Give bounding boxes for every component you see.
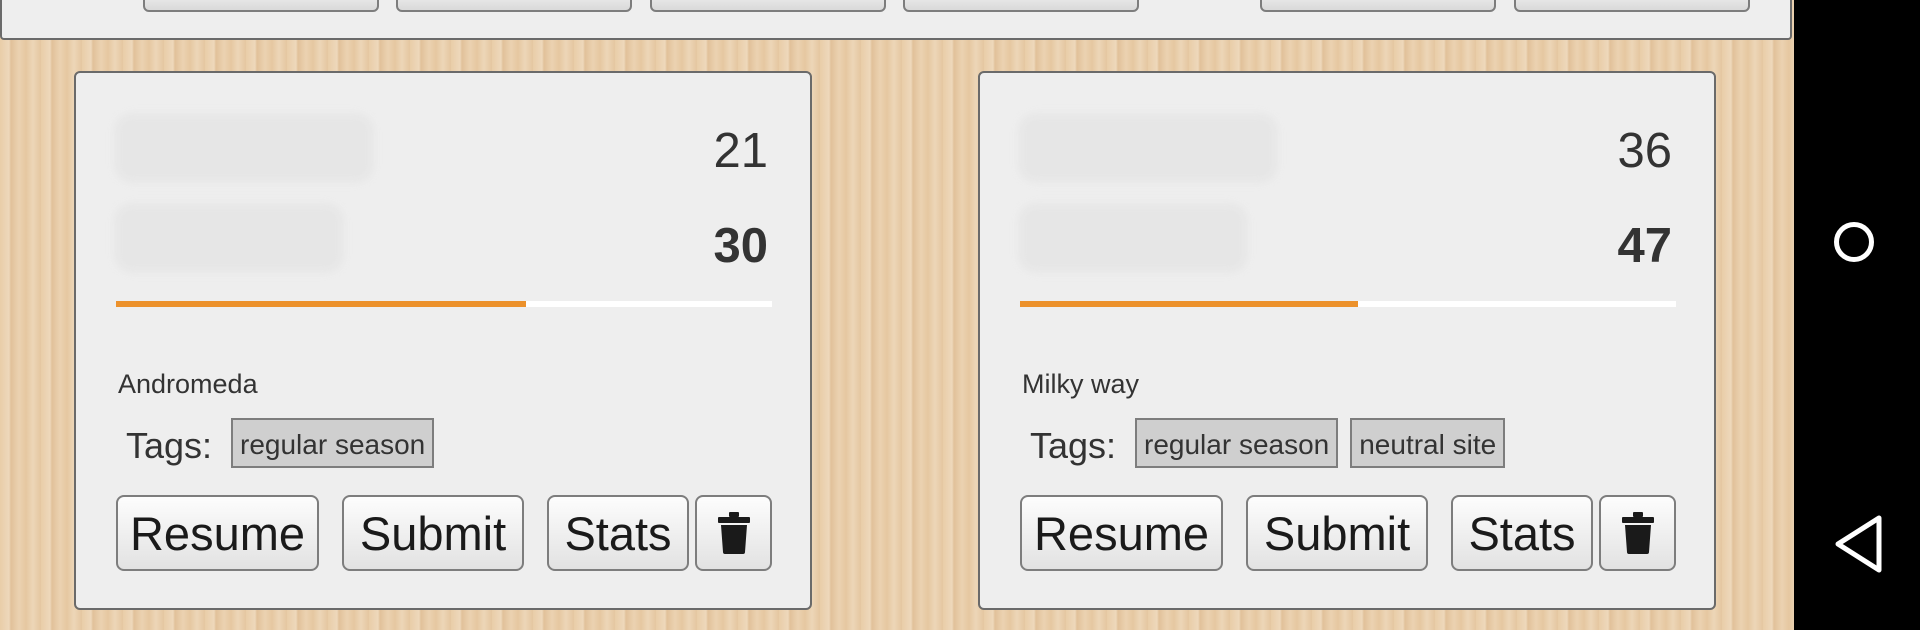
android-nav-bar [1794, 0, 1920, 630]
score-top: 36 [1617, 124, 1672, 178]
tag-chip: regular season [231, 418, 435, 468]
toolbar-button[interactable] [1514, 0, 1750, 12]
top-toolbar [0, 0, 1792, 40]
toolbar-button[interactable] [903, 0, 1139, 12]
game-progress-bar [116, 301, 772, 307]
submit-button[interactable]: Submit [1246, 495, 1428, 571]
tags-list: regular season neutral site [1135, 418, 1506, 468]
venue-label: Milky way [1022, 369, 1140, 399]
tag-chip: neutral site [1350, 418, 1506, 468]
game-progress-bar [1020, 301, 1676, 307]
score-bottom: 47 [1617, 219, 1672, 273]
team-logo-blurred [1018, 113, 1278, 183]
venue-label: Andromeda [118, 369, 258, 399]
submit-button[interactable]: Submit [342, 495, 524, 571]
game-progress-fill [1020, 301, 1358, 307]
delete-button[interactable] [695, 495, 772, 571]
trash-icon [717, 512, 750, 554]
stats-button[interactable]: Stats [547, 495, 689, 571]
stats-button[interactable]: Stats [1451, 495, 1593, 571]
tags-label: Tags: [1030, 425, 1117, 466]
tags-list: regular season [231, 418, 435, 468]
toolbar-button[interactable] [650, 0, 886, 12]
game-card[interactable]: 21 30 Andromeda Tags: regular season Res… [74, 71, 812, 610]
resume-button[interactable]: Resume [1020, 495, 1223, 571]
tag-chip: regular season [1135, 418, 1339, 468]
toolbar-button[interactable] [1260, 0, 1496, 12]
home-circle-icon[interactable] [1834, 222, 1874, 262]
game-progress-fill [116, 301, 526, 307]
toolbar-button[interactable] [143, 0, 379, 12]
score-bottom: 30 [713, 219, 768, 273]
delete-button[interactable] [1599, 495, 1676, 571]
game-card[interactable]: 36 47 Milky way Tags: regular season neu… [978, 71, 1716, 610]
tags-label: Tags: [126, 425, 213, 466]
toolbar-button[interactable] [396, 0, 632, 12]
team-logo-blurred [114, 203, 344, 273]
team-logo-blurred [1018, 203, 1248, 273]
score-top: 21 [713, 124, 768, 178]
resume-button[interactable]: Resume [116, 495, 319, 571]
back-triangle-icon[interactable] [1832, 514, 1884, 574]
trash-icon [1621, 512, 1654, 554]
team-logo-blurred [114, 113, 374, 183]
